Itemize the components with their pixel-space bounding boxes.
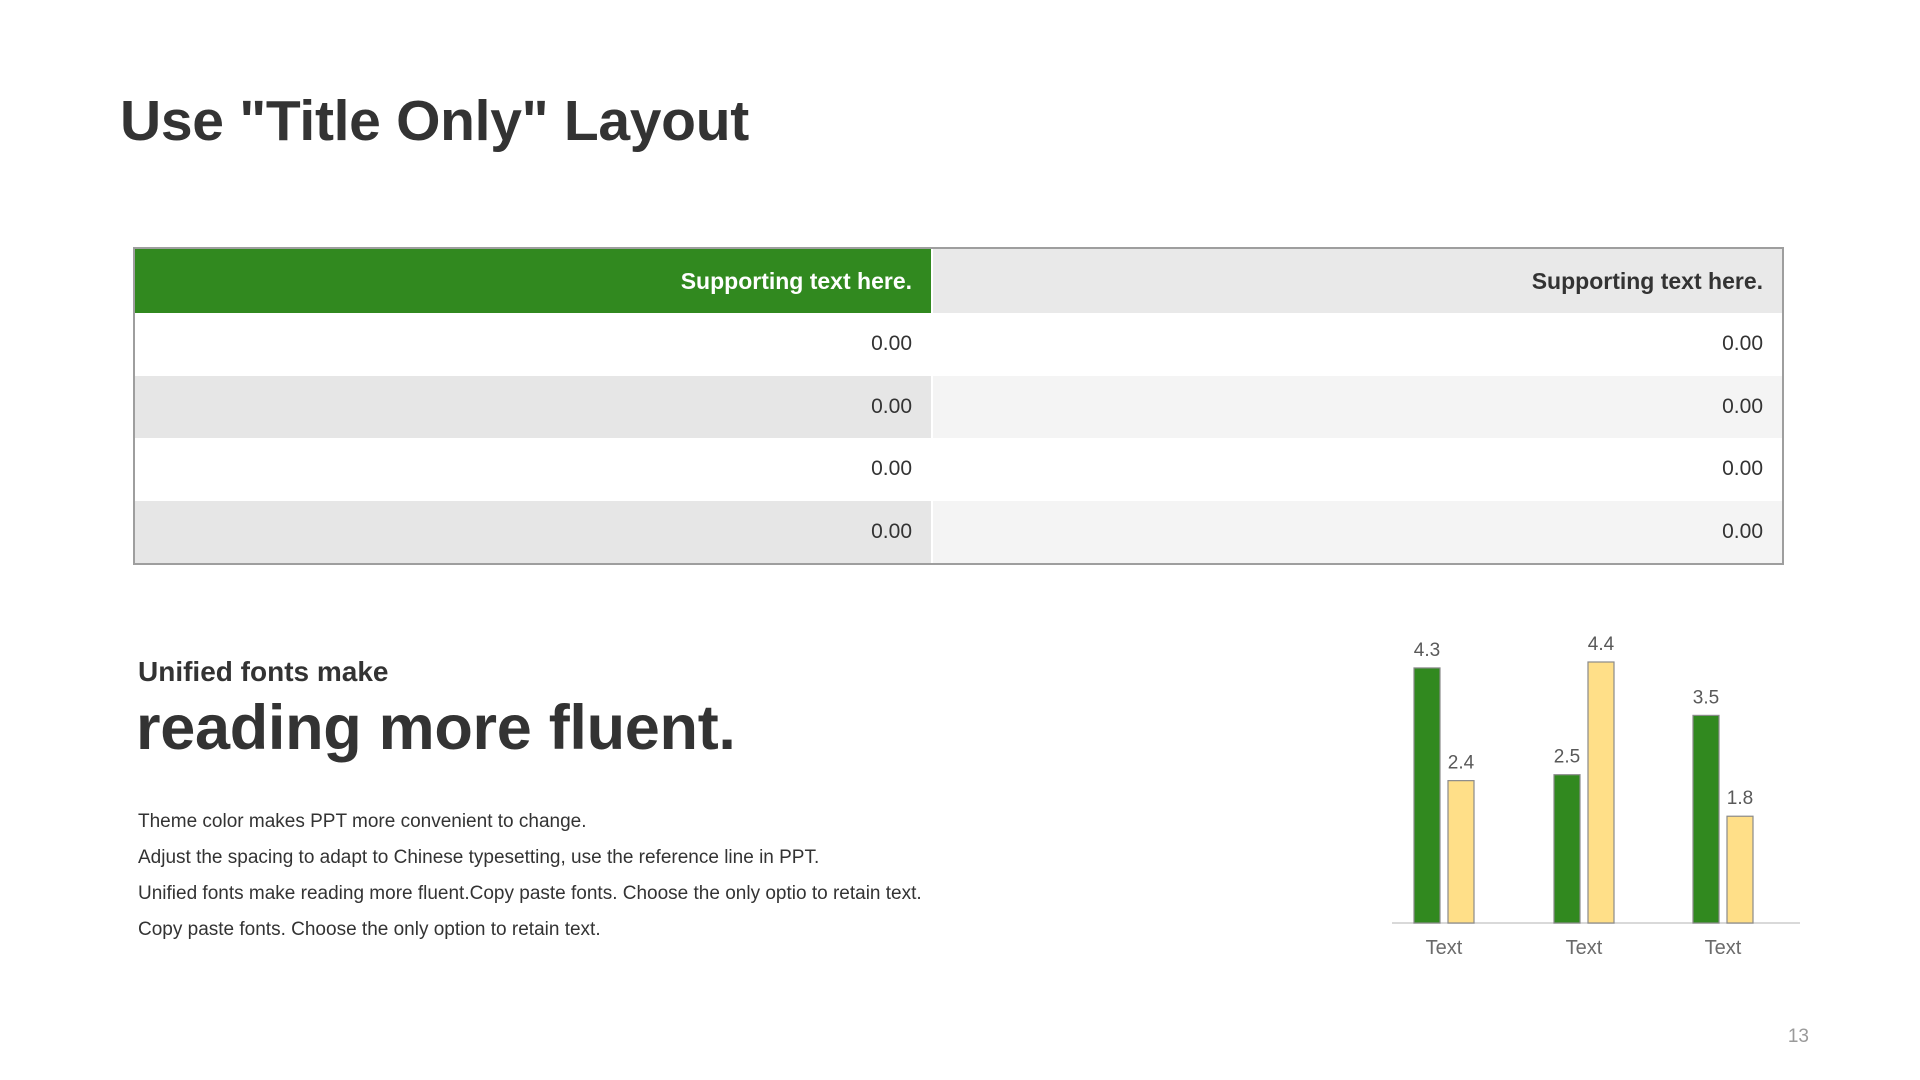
bar-chart-svg: 4.3 2.4 Text 2.5 4.4 Text 3.5 1.8 Text: [1392, 634, 1800, 959]
bar-chart: 4.3 2.4 Text 2.5 4.4 Text 3.5 1.8 Text: [1360, 620, 1800, 970]
table-cell: 0.00: [135, 438, 932, 501]
body-line: Copy paste fonts. Choose the only option…: [138, 919, 601, 940]
table-row: 0.00 0.00: [135, 375, 1782, 438]
table-row: 0.00 0.00: [135, 500, 1782, 563]
chart-bar: [1587, 661, 1615, 924]
chart-bar: [1726, 815, 1754, 924]
chart-bar: [1553, 774, 1581, 924]
table-cell: 0.00: [931, 500, 1782, 563]
chart-category-label: Text: [1426, 937, 1463, 959]
chart-data-label: 2.5: [1554, 747, 1580, 768]
table-cell: 0.00: [931, 313, 1782, 376]
data-table-container: Supporting text here. Supporting text he…: [133, 247, 1784, 565]
chart-category-label: Text: [1566, 937, 1603, 959]
table-header-row: Supporting text here. Supporting text he…: [135, 249, 1782, 313]
table-header-2: Supporting text here.: [931, 249, 1782, 313]
chart-bar: [1447, 780, 1475, 924]
text-block-subtitle: Unified fonts make: [138, 656, 389, 687]
text-block-body: Theme color makes PPT more convenient to…: [138, 804, 922, 948]
table-cell: 0.00: [931, 375, 1782, 438]
chart-data-label: 2.4: [1448, 753, 1475, 774]
text-block-headline: reading more fluent.: [136, 693, 736, 763]
body-line: Unified fonts make reading more fluent.C…: [138, 883, 922, 904]
table-cell: 0.00: [135, 313, 932, 376]
table-cell: 0.00: [135, 500, 932, 563]
data-table: Supporting text here. Supporting text he…: [135, 249, 1782, 563]
slide-title: Use "Title Only" Layout: [120, 89, 749, 153]
slide: Use "Title Only" Layout Supporting text …: [0, 0, 1920, 1080]
chart-data-label: 4.3: [1414, 640, 1440, 661]
table-cell: 0.00: [135, 375, 932, 438]
chart-data-label: 3.5: [1693, 687, 1719, 708]
chart-data-label: 1.8: [1727, 788, 1753, 809]
table-row: 0.00 0.00: [135, 313, 1782, 376]
page-number: 13: [1787, 1026, 1809, 1047]
chart-bar: [1692, 714, 1720, 924]
chart-bar: [1413, 667, 1441, 924]
body-line: Adjust the spacing to adapt to Chinese t…: [138, 847, 820, 868]
table-cell: 0.00: [931, 438, 1782, 501]
chart-category-label: Text: [1705, 937, 1742, 959]
chart-data-label: 4.4: [1588, 634, 1615, 655]
table-header-1: Supporting text here.: [135, 249, 932, 313]
body-line: Theme color makes PPT more convenient to…: [138, 811, 587, 832]
table-row: 0.00 0.00: [135, 438, 1782, 501]
